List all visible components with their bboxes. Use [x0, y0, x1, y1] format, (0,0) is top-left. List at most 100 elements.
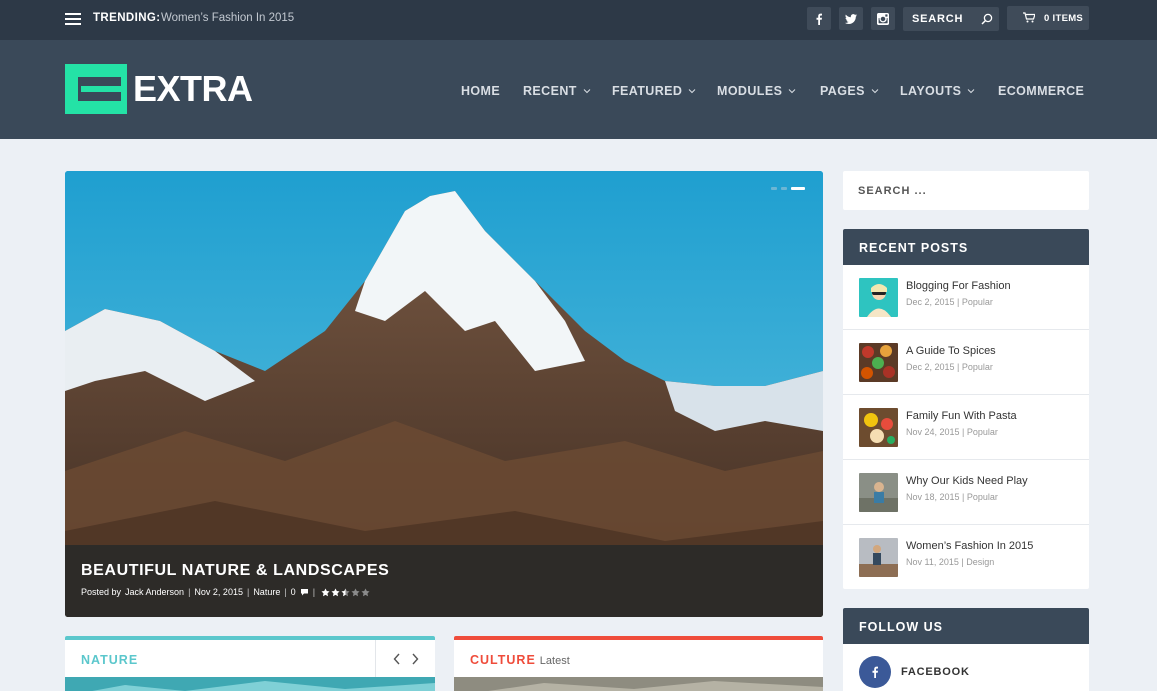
chevron-left-icon[interactable] — [393, 653, 401, 665]
post-thumbnail[interactable] — [859, 408, 898, 447]
post-date: Nov 2, 2015 — [194, 587, 243, 597]
nav-item-ecommerce[interactable]: ECOMMERCE — [998, 83, 1084, 99]
list-item[interactable]: Blogging For Fashion Dec 2, 2015 | Popul… — [843, 265, 1089, 330]
nav-label: RECENT — [523, 84, 577, 98]
widget-title: RECENT POSTS — [843, 229, 1089, 265]
chevron-down-icon — [968, 89, 975, 94]
nav-item-home[interactable]: HOME — [461, 83, 500, 99]
facebook-icon — [859, 656, 891, 688]
comment-count[interactable]: 0 — [291, 587, 296, 597]
nav-item-layouts[interactable]: LAYOUTS — [900, 83, 975, 99]
nav-item-featured[interactable]: FEATURED — [612, 83, 696, 99]
post-meta: Nov 11, 2015 | Design — [906, 557, 995, 567]
post-date: Nov 18, 2015 — [906, 492, 960, 502]
slide-meta: Posted by Jack Anderson | Nov 2, 2015 | … — [81, 587, 370, 597]
nav-label: LAYOUTS — [900, 84, 962, 98]
star-empty-icon — [361, 587, 370, 596]
category-title-text: CULTURE — [470, 653, 536, 667]
chevron-down-icon — [583, 89, 591, 94]
nav-item-modules[interactable]: MODULES — [717, 83, 796, 99]
chevron-down-icon — [871, 89, 879, 94]
category-subtitle: Latest — [539, 655, 570, 667]
author-link[interactable]: Jack Anderson — [125, 587, 184, 597]
nav-label: ECOMMERCE — [998, 84, 1085, 98]
nav-item-pages[interactable]: PAGES — [820, 83, 879, 99]
chevron-down-icon — [788, 89, 796, 94]
facebook-icon[interactable] — [807, 7, 831, 30]
post-date: Nov 11, 2015 — [906, 557, 959, 567]
category-module-nature: NATURE — [65, 636, 435, 691]
post-category[interactable]: Popular — [962, 362, 993, 372]
cart-count: 0 ITEMS — [1044, 13, 1084, 24]
category-title[interactable]: CULTURE Latest — [470, 653, 570, 667]
featured-slider[interactable]: BEAUTIFUL NATURE & LANDSCAPES Posted by … — [65, 171, 823, 617]
rating-stars — [321, 587, 370, 597]
slider-pagination — [771, 187, 805, 190]
instagram-icon[interactable] — [871, 7, 895, 30]
post-category[interactable]: Popular — [962, 297, 993, 307]
post-category[interactable]: Design — [966, 557, 994, 567]
comment-icon — [300, 589, 308, 596]
nav-label: HOME — [461, 84, 501, 98]
sidebar-search-box — [843, 171, 1089, 210]
category-thumbnail[interactable] — [65, 677, 435, 691]
slide-dot-active[interactable] — [791, 187, 805, 190]
trending-label: TRENDING: — [93, 12, 161, 24]
post-date: Dec 2, 2015 — [906, 297, 955, 307]
category-thumbnail[interactable] — [454, 677, 823, 691]
follow-us-widget: FOLLOW US FACEBOOK — [843, 608, 1089, 691]
meta-separator: | — [188, 587, 191, 597]
cart-icon — [1023, 12, 1035, 23]
category-color-bar — [454, 636, 823, 640]
main-header: EXTRA HOME RECENT FEATURED MODULES PAGES… — [0, 40, 1157, 139]
category-title[interactable]: NATURE — [81, 653, 138, 667]
post-category[interactable]: Popular — [967, 492, 998, 502]
post-title[interactable]: Why Our Kids Need Play — [906, 475, 1028, 487]
follow-facebook-link[interactable]: FACEBOOK — [843, 644, 1089, 691]
meta-separator: | — [284, 587, 287, 597]
post-title[interactable]: A Guide To Spices — [906, 345, 996, 357]
follow-label: FACEBOOK — [901, 666, 970, 678]
post-thumbnail[interactable] — [859, 278, 898, 317]
slide-dot[interactable] — [771, 187, 777, 190]
top-search-input[interactable] — [903, 7, 981, 31]
trending-post-link[interactable]: Women’s Fashion In 2015 — [161, 12, 294, 24]
post-title[interactable]: Blogging For Fashion — [906, 280, 1011, 292]
star-full-icon — [321, 587, 330, 596]
widget-title: FOLLOW US — [843, 608, 1089, 644]
post-thumbnail[interactable] — [859, 538, 898, 577]
nav-item-recent[interactable]: RECENT — [523, 83, 591, 99]
cart-button[interactable]: 0 ITEMS — [1007, 6, 1089, 30]
menu-icon[interactable] — [65, 13, 81, 25]
post-title[interactable]: Family Fun With Pasta — [906, 410, 1017, 422]
meta-separator: | — [246, 587, 250, 597]
star-empty-icon — [351, 587, 360, 596]
post-category[interactable]: Popular — [967, 427, 998, 437]
sidebar-search-input[interactable] — [843, 171, 1089, 210]
star-half-icon — [341, 587, 350, 596]
nav-label: FEATURED — [612, 84, 683, 98]
post-thumbnail[interactable] — [859, 343, 898, 382]
slide-dot[interactable] — [781, 187, 787, 190]
nav-label: PAGES — [820, 84, 865, 98]
post-meta: Dec 2, 2015 | Popular — [906, 297, 993, 307]
post-thumbnail[interactable] — [859, 473, 898, 512]
slide-title[interactable]: BEAUTIFUL NATURE & LANDSCAPES — [81, 562, 389, 580]
nav-label: MODULES — [717, 84, 783, 98]
chevron-right-icon[interactable] — [411, 653, 419, 665]
site-name: EXTRA — [133, 68, 253, 109]
twitter-icon[interactable] — [839, 7, 863, 30]
search-icon[interactable] — [981, 13, 993, 25]
author-prefix: Posted by — [81, 587, 122, 597]
chevron-down-icon — [688, 89, 696, 94]
post-meta: Nov 18, 2015 | Popular — [906, 492, 998, 502]
list-item[interactable]: A Guide To Spices Dec 2, 2015 | Popular — [843, 330, 1089, 395]
list-item[interactable]: Why Our Kids Need Play Nov 18, 2015 | Po… — [843, 460, 1089, 525]
list-item[interactable]: Family Fun With Pasta Nov 24, 2015 | Pop… — [843, 395, 1089, 460]
category-carousel-controls — [375, 640, 435, 677]
post-title[interactable]: Women’s Fashion In 2015 — [906, 540, 1033, 552]
category-link[interactable]: Nature — [253, 587, 280, 597]
list-item[interactable]: Women’s Fashion In 2015 Nov 11, 2015 | D… — [843, 525, 1089, 589]
slide-caption: BEAUTIFUL NATURE & LANDSCAPES Posted by … — [65, 545, 823, 617]
recent-posts-widget: RECENT POSTS Blogging For Fashion Dec 2,… — [843, 229, 1089, 589]
